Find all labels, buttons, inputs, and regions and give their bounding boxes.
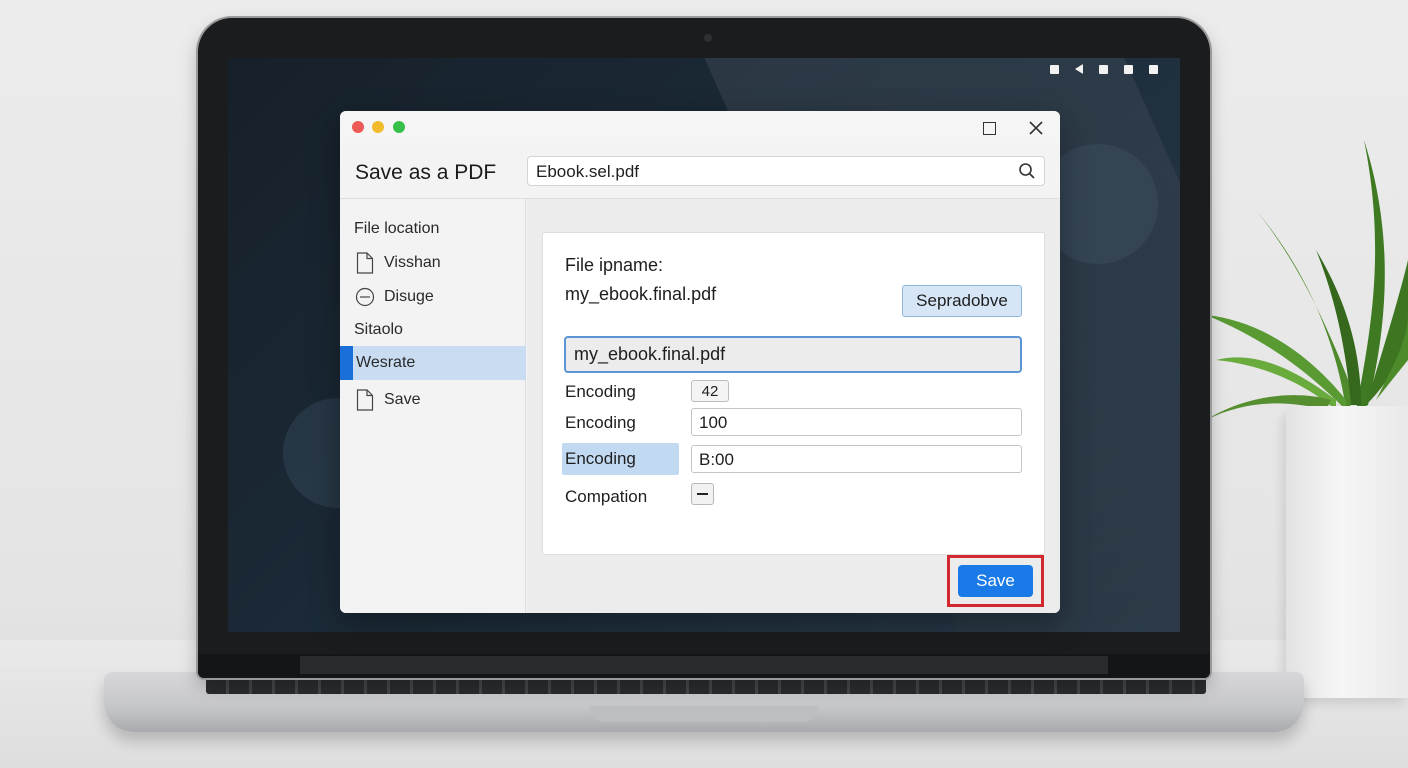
encoding-stepper[interactable]: 42 [691, 380, 729, 402]
status-bar-icons [1050, 64, 1158, 74]
separate-button[interactable]: Sepradobve [902, 285, 1022, 317]
sidebar-item-label: Wesrate [356, 354, 416, 371]
sidebar-item-label: Disuge [384, 288, 434, 305]
save-pdf-dialog: Save as a PDF Ebook.sel.pdf File locatio… [340, 111, 1060, 613]
file-name-value: my_ebook.final.pdf [565, 284, 717, 304]
minimize-window-button[interactable] [372, 121, 384, 133]
laptop-hinge [300, 656, 1108, 674]
sidebar-item-label: Visshan [384, 254, 441, 271]
compression-label: Compation [565, 487, 648, 506]
save-button[interactable]: Save [958, 565, 1033, 597]
plant-leaves [1206, 140, 1408, 420]
plus-circle-icon [354, 286, 376, 308]
search-input[interactable]: Ebook.sel.pdf [527, 156, 1045, 186]
plant-pot [1286, 406, 1408, 698]
laptop-notch [590, 706, 818, 722]
status-icon [1099, 64, 1108, 74]
maximize-button[interactable] [978, 117, 1000, 139]
search-value: Ebook.sel.pdf [536, 162, 640, 181]
title-bar [340, 111, 1060, 143]
file-name-label: File ipname: [565, 255, 664, 275]
close-button[interactable] [1025, 117, 1047, 139]
encoding-label: Encoding [565, 413, 636, 432]
minus-button[interactable] [691, 483, 714, 505]
encoding-label-selected: Encoding [562, 443, 679, 475]
encoding-field[interactable]: 100 [691, 408, 1022, 436]
minus-icon [697, 493, 708, 495]
main-content: File ipname: my_ebook.final.pdf Sepradob… [527, 199, 1060, 613]
encoding-label: Encoding [565, 382, 636, 401]
document-icon [354, 389, 376, 411]
search-icon[interactable] [1018, 162, 1036, 180]
sidebar-item-label: Save [384, 391, 421, 408]
dialog-header: Save as a PDF Ebook.sel.pdf [340, 143, 1060, 199]
sidebar-item-save[interactable]: Save [340, 384, 526, 416]
status-icon [1050, 64, 1059, 74]
status-icon [1149, 64, 1158, 74]
options-card: File ipname: my_ebook.final.pdf Sepradob… [542, 232, 1045, 555]
sidebar: File location Visshan Disuge Sitaolo Wes… [340, 199, 526, 613]
document-icon [354, 252, 376, 274]
file-name-input[interactable]: my_ebook.final.pdf [564, 336, 1022, 373]
volume-icon [1075, 64, 1083, 74]
sidebar-item-disuge[interactable]: Disuge [340, 281, 526, 313]
close-window-button[interactable] [352, 121, 364, 133]
maximize-icon [982, 121, 996, 135]
sidebar-heading-location: File location [354, 220, 440, 237]
sidebar-item-visshan[interactable]: Visshan [340, 247, 526, 279]
camera-icon [704, 34, 712, 42]
laptop-keyboard [206, 678, 1206, 694]
close-icon [1029, 121, 1043, 135]
zoom-window-button[interactable] [393, 121, 405, 133]
status-icon [1124, 64, 1133, 74]
dialog-title: Save as a PDF [355, 161, 497, 184]
sidebar-item-wesrate[interactable]: Wesrate [340, 346, 526, 380]
sidebar-heading-section: Sitaolo [354, 321, 403, 338]
encoding-field[interactable]: B:00 [691, 445, 1022, 473]
